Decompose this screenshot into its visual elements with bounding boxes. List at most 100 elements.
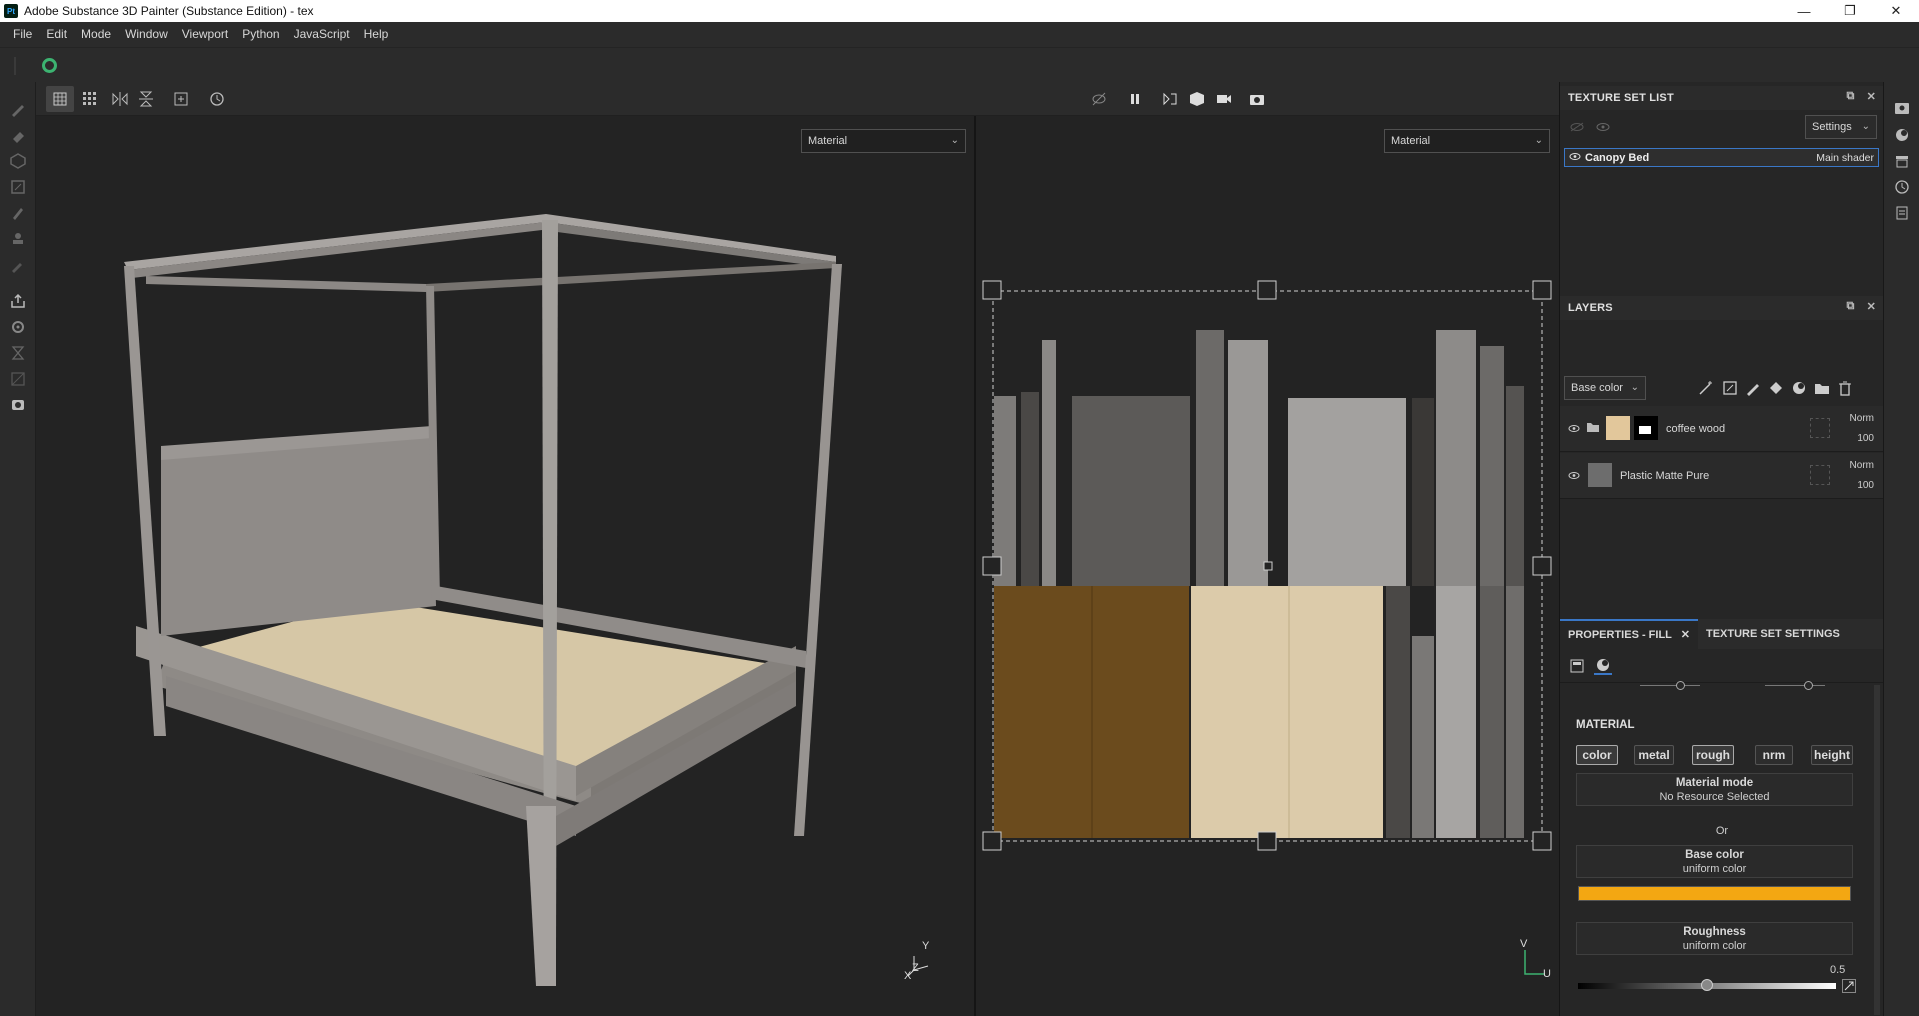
settings-gear-icon[interactable] — [7, 316, 29, 338]
add-effect-wand-icon[interactable] — [1697, 379, 1715, 397]
log-icon[interactable] — [1893, 204, 1911, 222]
layer-opacity[interactable]: 100 — [1857, 433, 1874, 444]
delete-layer-icon[interactable] — [1836, 379, 1854, 397]
layer-row[interactable]: coffee wood Norm 100 — [1560, 406, 1884, 452]
channel-toggle-height[interactable]: height — [1811, 745, 1853, 765]
properties-scrollbar[interactable] — [1874, 685, 1880, 1015]
menu-python[interactable]: Python — [235, 22, 286, 47]
viewport-3d[interactable]: Material ⌄ Y Z X — [36, 116, 974, 1016]
properties-material-icon[interactable] — [1594, 657, 1612, 675]
channel-toggle-color[interactable]: color — [1576, 745, 1618, 765]
camera-video-icon[interactable] — [1210, 86, 1238, 112]
pause-icon[interactable] — [1121, 86, 1149, 112]
snapshot-camera-icon[interactable] — [1243, 86, 1271, 112]
texture-set-shader[interactable]: Main shader — [1816, 152, 1874, 164]
canopy-bed-model — [124, 214, 842, 986]
split-view-icon[interactable] — [1156, 86, 1184, 112]
bake-icon[interactable] — [7, 342, 29, 364]
history-icon[interactable] — [203, 86, 231, 112]
history-clock-icon[interactable] — [1893, 178, 1911, 196]
minimize-button[interactable]: — — [1781, 0, 1827, 22]
add-folder-icon[interactable] — [1813, 379, 1831, 397]
plugin-ring-icon[interactable] — [42, 58, 57, 73]
paint-brush-icon[interactable] — [7, 98, 29, 120]
add-smart-material-icon[interactable] — [1790, 379, 1808, 397]
uv-texture-preview — [982, 280, 1552, 851]
add-paint-layer-icon[interactable] — [1744, 379, 1762, 397]
roughness-slot[interactable]: Roughness uniform color — [1576, 922, 1853, 955]
viewport-2d-uv[interactable]: Material ⌄ V U — [976, 116, 1559, 1016]
layer-visibility-eye-icon[interactable] — [1568, 469, 1580, 483]
menu-help[interactable]: Help — [357, 22, 396, 47]
add-fill-layer-icon[interactable] — [1767, 379, 1785, 397]
layer-opacity[interactable]: 100 — [1857, 480, 1874, 491]
texture-set-settings-dropdown[interactable]: Settings ⌄ — [1805, 115, 1877, 139]
screenshot-icon[interactable] — [7, 394, 29, 416]
layer-blend-mode[interactable]: Norm — [1850, 460, 1874, 471]
truncated-slider-handle[interactable] — [1676, 681, 1685, 690]
properties-layer-icon[interactable] — [1568, 657, 1586, 675]
channel-toggle-metal[interactable]: metal — [1634, 745, 1674, 765]
layer-blend-mode[interactable]: Norm — [1850, 413, 1874, 424]
symmetry-x-icon[interactable] — [106, 86, 134, 112]
close-tab-icon[interactable]: ✕ — [1681, 629, 1690, 641]
iray-icon[interactable] — [7, 368, 29, 390]
tab-properties-fill[interactable]: PROPERTIES - FILL ✕ — [1560, 619, 1698, 649]
base-color-slot[interactable]: Base color uniform color — [1576, 845, 1853, 878]
base-color-title: Base color — [1685, 849, 1744, 861]
right-icon-bar — [1883, 82, 1919, 1016]
menu-mode[interactable]: Mode — [74, 22, 118, 47]
channel-toggle-nrm[interactable]: nrm — [1755, 745, 1793, 765]
export-icon[interactable] — [7, 290, 29, 312]
display-mode-cube-icon[interactable] — [1183, 86, 1211, 112]
smudge-icon[interactable] — [7, 202, 29, 224]
show-all-eye-icon[interactable] — [1594, 118, 1612, 136]
menu-bar: File Edit Mode Window Viewport Python Ja… — [0, 22, 1919, 47]
layer-mask-thumbnail[interactable] — [1634, 416, 1658, 440]
shader-settings-icon[interactable] — [1893, 126, 1911, 144]
menu-window[interactable]: Window — [118, 22, 175, 47]
roughness-title: Roughness — [1683, 926, 1746, 938]
menu-edit[interactable]: Edit — [39, 22, 74, 47]
layer-row[interactable]: Plastic Matte Pure Norm 100 — [1560, 453, 1884, 499]
channel-toggle-rough[interactable]: rough — [1692, 745, 1734, 765]
layer-channel-label: Base color — [1571, 382, 1623, 394]
layer-channel-dropdown[interactable]: Base color ⌄ — [1564, 376, 1646, 400]
add-anchor-icon[interactable] — [167, 86, 195, 112]
material-mode-slot[interactable]: Material mode No Resource Selected — [1576, 773, 1853, 806]
close-window-button[interactable]: ✕ — [1873, 0, 1919, 22]
roughness-slider-handle[interactable] — [1701, 979, 1713, 991]
float-panel-icon[interactable]: ⧉ — [1847, 90, 1855, 103]
hide-all-eye-icon[interactable] — [1568, 118, 1586, 136]
hide-overlay-icon[interactable] — [1085, 86, 1113, 112]
layer-visibility-eye-icon[interactable] — [1568, 422, 1580, 436]
float-panel-icon[interactable]: ⧉ — [1847, 300, 1855, 313]
axis-y-label: Y — [922, 940, 930, 952]
title-bar: Pt Adobe Substance 3D Painter (Substance… — [0, 0, 1919, 22]
geometry-mask-icon[interactable] — [7, 176, 29, 198]
chevron-down-icon: ⌄ — [1630, 382, 1639, 393]
symmetry-y-icon[interactable] — [132, 86, 160, 112]
slider-link-icon[interactable] — [1842, 979, 1856, 993]
texture-set-item[interactable]: Canopy Bed Main shader — [1564, 148, 1879, 167]
tab-texture-set-settings[interactable]: TEXTURE SET SETTINGS — [1698, 619, 1848, 649]
truncated-slider-handle[interactable] — [1804, 681, 1813, 690]
menu-viewport[interactable]: Viewport — [175, 22, 235, 47]
selection-tool-icon[interactable] — [46, 86, 74, 112]
display-settings-icon[interactable] — [1893, 100, 1911, 118]
uv-axis-gizmo: V U — [1519, 938, 1551, 980]
menu-file[interactable]: File — [6, 22, 39, 47]
clone-stamp-icon[interactable] — [7, 228, 29, 250]
menu-javascript[interactable]: JavaScript — [287, 22, 357, 47]
color-picker-icon[interactable] — [7, 254, 29, 276]
shelf-icon[interactable] — [1893, 152, 1911, 170]
add-mask-icon[interactable] — [1721, 379, 1739, 397]
projection-icon[interactable] — [7, 150, 29, 172]
eraser-icon[interactable] — [7, 124, 29, 146]
close-panel-icon[interactable]: ✕ — [1867, 90, 1876, 103]
uv-grid-icon[interactable] — [76, 86, 104, 112]
restore-button[interactable]: ❐ — [1827, 0, 1873, 22]
base-color-swatch[interactable] — [1578, 886, 1851, 901]
visibility-eye-icon[interactable] — [1569, 152, 1581, 164]
close-panel-icon[interactable]: ✕ — [1867, 300, 1876, 313]
